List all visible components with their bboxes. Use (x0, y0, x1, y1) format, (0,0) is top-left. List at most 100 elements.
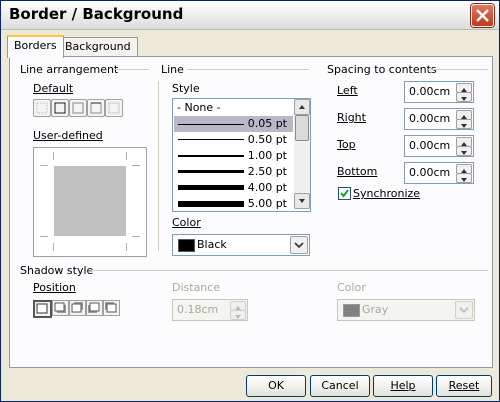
user-defined-label: User-defined (33, 129, 103, 142)
tab-borders-label: Borders (14, 39, 57, 52)
corner-tick (53, 243, 54, 251)
line-heading: Line (161, 63, 184, 76)
chevron-down-icon (294, 242, 304, 249)
shadow-distance-value: 0.18cm (177, 303, 219, 316)
line-style-item-selected[interactable]: 0.05 pt (174, 116, 293, 132)
scroll-up-button[interactable] (294, 99, 310, 115)
line-heading-rule (187, 69, 309, 70)
line-style-label: 5.00 pt (247, 197, 287, 210)
arrangement-box-inner-button[interactable] (69, 99, 87, 117)
color-label: Color (172, 216, 201, 229)
tab-borders[interactable]: Borders (7, 35, 64, 58)
line-sample (178, 170, 244, 173)
tab-background-label: Background (65, 40, 131, 53)
corner-tick (126, 243, 127, 251)
ok-button-label: OK (268, 379, 284, 392)
cancel-button-label: Cancel (321, 379, 359, 392)
corner-tick (53, 152, 54, 160)
line-style-item[interactable]: 5.00 pt (174, 196, 293, 211)
shadow-color-label: Color (337, 281, 366, 294)
border-preview[interactable] (33, 147, 147, 257)
line-sample (178, 201, 244, 207)
help-button[interactable]: Help (373, 375, 433, 397)
line-sample (178, 139, 244, 140)
shadow-style-heading: Shadow style (20, 264, 94, 277)
line-style-item[interactable]: 1.00 pt (174, 148, 293, 164)
arrangement-none-button[interactable] (33, 99, 51, 117)
arrangement-outer-button[interactable] (87, 99, 105, 117)
line-style-scrollbar[interactable] (294, 99, 310, 209)
checkmark-icon (340, 189, 349, 198)
shadow-color-dropdown-button[interactable] (455, 301, 473, 319)
corner-tick (132, 236, 140, 237)
line-style-label: 0.05 pt (247, 117, 287, 130)
spacing-heading-rule (428, 69, 488, 70)
top-label: Top (337, 138, 356, 151)
cancel-button[interactable]: Cancel (310, 375, 370, 397)
synchronize-checkbox[interactable] (338, 187, 351, 200)
line-style-item[interactable]: 4.00 pt (174, 180, 293, 196)
corner-tick (40, 165, 48, 166)
left-spacing-field[interactable]: 0.00cm (404, 81, 474, 103)
right-spacing-value: 0.00cm (409, 112, 451, 125)
line-style-label: 1.00 pt (247, 149, 287, 162)
left-spacing-value: 0.00cm (409, 85, 451, 98)
help-button-label: Help (390, 379, 416, 392)
shadow-heading-rule (91, 270, 488, 271)
dialog-title: Border / Background (9, 5, 184, 23)
shadow-distance-field[interactable]: 0.18cm (172, 299, 248, 321)
top-spacing-value: 0.00cm (409, 139, 451, 152)
corner-tick (126, 152, 127, 160)
border-background-dialog: Border / Background Borders Background L… (0, 0, 500, 402)
right-label: Right (337, 111, 366, 124)
line-style-list[interactable]: - None - 0.05 pt 0.50 pt 1.00 pt 2.50 pt… (172, 98, 311, 212)
shadow-top-right-button[interactable] (69, 300, 86, 316)
scroll-thumb[interactable] (295, 115, 309, 141)
line-arrangement-rule (113, 69, 149, 70)
line-style-label: - None - (177, 101, 221, 114)
top-spin-down[interactable] (456, 146, 472, 156)
left-label: Left (337, 84, 358, 97)
close-button[interactable] (471, 4, 494, 27)
section-divider (158, 81, 159, 251)
line-style-label: 0.50 pt (247, 133, 287, 146)
line-style-none[interactable]: - None - (174, 100, 293, 116)
bottom-label: Bottom (337, 165, 378, 178)
right-spin-down[interactable] (456, 119, 472, 129)
line-color-dropdown-button[interactable] (290, 236, 308, 254)
shadow-color-select[interactable]: Gray (337, 299, 475, 321)
left-spin-down[interactable] (456, 92, 472, 102)
chevron-up-icon (299, 105, 305, 109)
line-sample (178, 155, 244, 157)
arrangement-box-button[interactable] (51, 99, 69, 117)
line-sample (178, 185, 244, 190)
corner-tick (40, 236, 48, 237)
line-color-value: Black (197, 238, 227, 251)
ok-button[interactable]: OK (246, 375, 306, 397)
shadow-bottom-right-button[interactable] (52, 300, 69, 316)
tab-background[interactable]: Background (58, 37, 138, 57)
distance-spin-down[interactable] (230, 310, 246, 320)
chevron-down-icon (459, 307, 469, 314)
chevron-down-icon (299, 199, 305, 203)
synchronize-label: Synchronize (353, 187, 421, 200)
top-spacing-field[interactable]: 0.00cm (404, 135, 474, 157)
right-spacing-field[interactable]: 0.00cm (404, 108, 474, 130)
spacing-heading: Spacing to contents (327, 63, 437, 76)
style-label: Style (172, 82, 200, 95)
shadow-top-left-button[interactable] (103, 300, 120, 316)
color-swatch (178, 239, 195, 252)
line-arrangement-heading: Line arrangement (20, 63, 119, 76)
shadow-bottom-left-button[interactable] (86, 300, 103, 316)
shadow-none-button[interactable] (33, 300, 52, 318)
arrangement-left-right-button[interactable] (105, 99, 123, 117)
line-color-select[interactable]: Black (172, 234, 310, 256)
preview-content-area (54, 166, 126, 236)
line-style-item[interactable]: 2.50 pt (174, 164, 293, 180)
line-style-item[interactable]: 0.50 pt (174, 132, 293, 148)
scroll-down-button[interactable] (294, 193, 310, 209)
bottom-spin-down[interactable] (456, 173, 472, 183)
bottom-spacing-field[interactable]: 0.00cm (404, 162, 474, 184)
line-style-label: 2.50 pt (247, 165, 287, 178)
reset-button[interactable]: Reset (436, 375, 492, 397)
